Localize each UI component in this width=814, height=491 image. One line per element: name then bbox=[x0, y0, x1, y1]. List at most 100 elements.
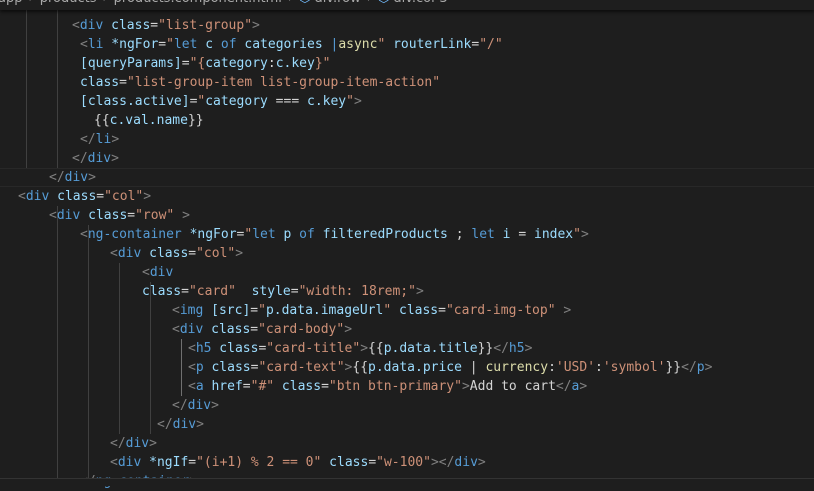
code-line[interactable]: <ng-container *ngFor = " let p of filteredP… bbox=[80, 225, 589, 244]
code-line[interactable]: <h5 class="card-title">{{p.data.title}}<… bbox=[188, 339, 532, 358]
code-token: "card" bbox=[188, 284, 236, 299]
code-line[interactable]: <div class="col"> bbox=[110, 244, 243, 263]
breadcrumb-separator-icon: › bbox=[22, 0, 39, 6]
code-line[interactable]: <div *ngIf="(i+1) % 2 == 0" class="w-100… bbox=[110, 453, 486, 472]
code-token: </ bbox=[110, 436, 126, 451]
code-token: h5 bbox=[195, 341, 212, 356]
code-token: li bbox=[95, 132, 112, 147]
code-token: </ bbox=[681, 360, 697, 375]
code-token: "card-text" bbox=[258, 360, 345, 375]
code-line[interactable]: <div class="row" > bbox=[49, 206, 190, 225]
code-token: > bbox=[143, 189, 152, 204]
code-token: = bbox=[518, 227, 527, 242]
indent-guide bbox=[181, 339, 182, 396]
code-token: < bbox=[188, 379, 196, 394]
code-line[interactable]: </li> bbox=[80, 130, 119, 149]
code-token: "col" bbox=[196, 246, 236, 261]
code-token: < bbox=[110, 455, 118, 470]
code-token: }} bbox=[665, 360, 682, 375]
code-token: *ngIf bbox=[141, 455, 189, 470]
code-token: > bbox=[174, 208, 190, 223]
code-line[interactable]: <a href="#" class="btn btn-primary">Add … bbox=[188, 377, 587, 396]
code-token: class bbox=[203, 322, 251, 337]
code-token: > bbox=[580, 227, 589, 242]
code-token: </ bbox=[172, 398, 188, 413]
code-token: li bbox=[87, 37, 104, 52]
code-token: = bbox=[181, 56, 190, 71]
code-line[interactable]: <div bbox=[142, 263, 173, 282]
code-token: < bbox=[80, 37, 88, 52]
indent-guide bbox=[26, 0, 27, 168]
code-line[interactable]: [class.active]="category === c.key"> bbox=[80, 92, 362, 111]
code-token: }} bbox=[477, 341, 494, 356]
code-token: Add to cart bbox=[469, 379, 556, 394]
code-token: > bbox=[252, 18, 260, 33]
code-line[interactable]: </div> bbox=[72, 149, 119, 168]
breadcrumb-item[interactable]: products bbox=[40, 0, 97, 6]
code-line[interactable]: <p class="card-text">{{p.data.price | cu… bbox=[188, 358, 712, 377]
code-line[interactable]: class="list-group-item list-group-item-a… bbox=[80, 73, 440, 92]
code-line[interactable]: </div> bbox=[157, 415, 204, 434]
code-token: > bbox=[524, 341, 533, 356]
code-token: index bbox=[526, 227, 574, 242]
code-token: > bbox=[477, 455, 486, 470]
code-token: > bbox=[461, 379, 470, 394]
code-token: class bbox=[49, 189, 97, 204]
code-token: style bbox=[235, 284, 291, 299]
code-token: category bbox=[205, 56, 268, 71]
code-token: "/" bbox=[479, 37, 503, 52]
code-token: < bbox=[172, 322, 180, 337]
code-token: div bbox=[125, 436, 150, 451]
code-token: class bbox=[274, 379, 322, 394]
code-line[interactable]: {{c.val.name}} bbox=[94, 111, 204, 130]
breadcrumb-items: app›products›products.component.html›⬡di… bbox=[0, 0, 448, 6]
code-line[interactable]: class="card" style="width: 18rem;"> bbox=[142, 282, 424, 301]
code-token: div bbox=[87, 151, 112, 166]
code-token: div bbox=[117, 246, 142, 261]
code-token: "card-title" bbox=[266, 341, 361, 356]
breadcrumb-item[interactable]: products.component.html bbox=[114, 0, 282, 6]
code-line[interactable]: <div class="col"> bbox=[18, 187, 151, 206]
code-token: div bbox=[179, 322, 204, 337]
code-line[interactable]: <div class="card-body"> bbox=[172, 320, 352, 339]
code-token: div bbox=[117, 455, 142, 470]
code-token: > bbox=[344, 322, 353, 337]
indent-guide bbox=[119, 263, 120, 434]
code-editor[interactable]: <div class="col-3"><div class="list-grou… bbox=[0, 0, 814, 489]
code-token: = bbox=[321, 379, 329, 394]
code-token: > bbox=[579, 379, 588, 394]
code-line[interactable]: <div class="list-group"> bbox=[72, 16, 260, 35]
breadcrumb-separator-icon: › bbox=[282, 0, 299, 6]
code-token: = bbox=[290, 284, 299, 299]
breadcrumb-separator-icon: › bbox=[361, 0, 378, 6]
current-line-highlight bbox=[0, 168, 814, 187]
code-token: *ngFor bbox=[103, 37, 159, 52]
code-token: class bbox=[80, 208, 128, 223]
code-token: </ bbox=[157, 417, 173, 432]
code-token: img bbox=[179, 303, 204, 318]
code-token: p.data.imageUrl bbox=[265, 303, 384, 318]
code-token: "list-group-item list-group-item-action" bbox=[126, 75, 441, 90]
code-line[interactable]: </div> bbox=[49, 168, 96, 187]
code-line[interactable]: <img [src]="p.data.imageUrl" class="card… bbox=[172, 301, 571, 320]
breadcrumb-item[interactable]: div.row bbox=[314, 0, 360, 6]
breadcrumb-item[interactable]: div.col-3 bbox=[393, 0, 447, 6]
code-token: i bbox=[494, 227, 519, 242]
code-line[interactable]: <li *ngFor="let c of categories |async" … bbox=[80, 35, 503, 54]
code-token: < bbox=[172, 303, 180, 318]
code-token: : bbox=[548, 360, 556, 375]
code-token: href bbox=[203, 379, 243, 394]
breadcrumb-item[interactable]: app bbox=[0, 0, 22, 6]
code-line[interactable]: [queryParams]="{category:c.key}" bbox=[80, 54, 330, 73]
code-token: "row" bbox=[135, 208, 175, 223]
code-token: a bbox=[195, 379, 204, 394]
code-token: = bbox=[181, 284, 189, 299]
code-token: class bbox=[141, 246, 189, 261]
code-token: "btn btn-primary" bbox=[328, 379, 462, 394]
code-token: ng-container bbox=[87, 227, 182, 242]
code-token: > bbox=[415, 284, 424, 299]
code-token: routerLink bbox=[385, 37, 472, 52]
code-line[interactable]: </div> bbox=[110, 434, 157, 453]
code-token: "{ bbox=[189, 56, 206, 71]
code-line[interactable]: </div> bbox=[172, 396, 219, 415]
